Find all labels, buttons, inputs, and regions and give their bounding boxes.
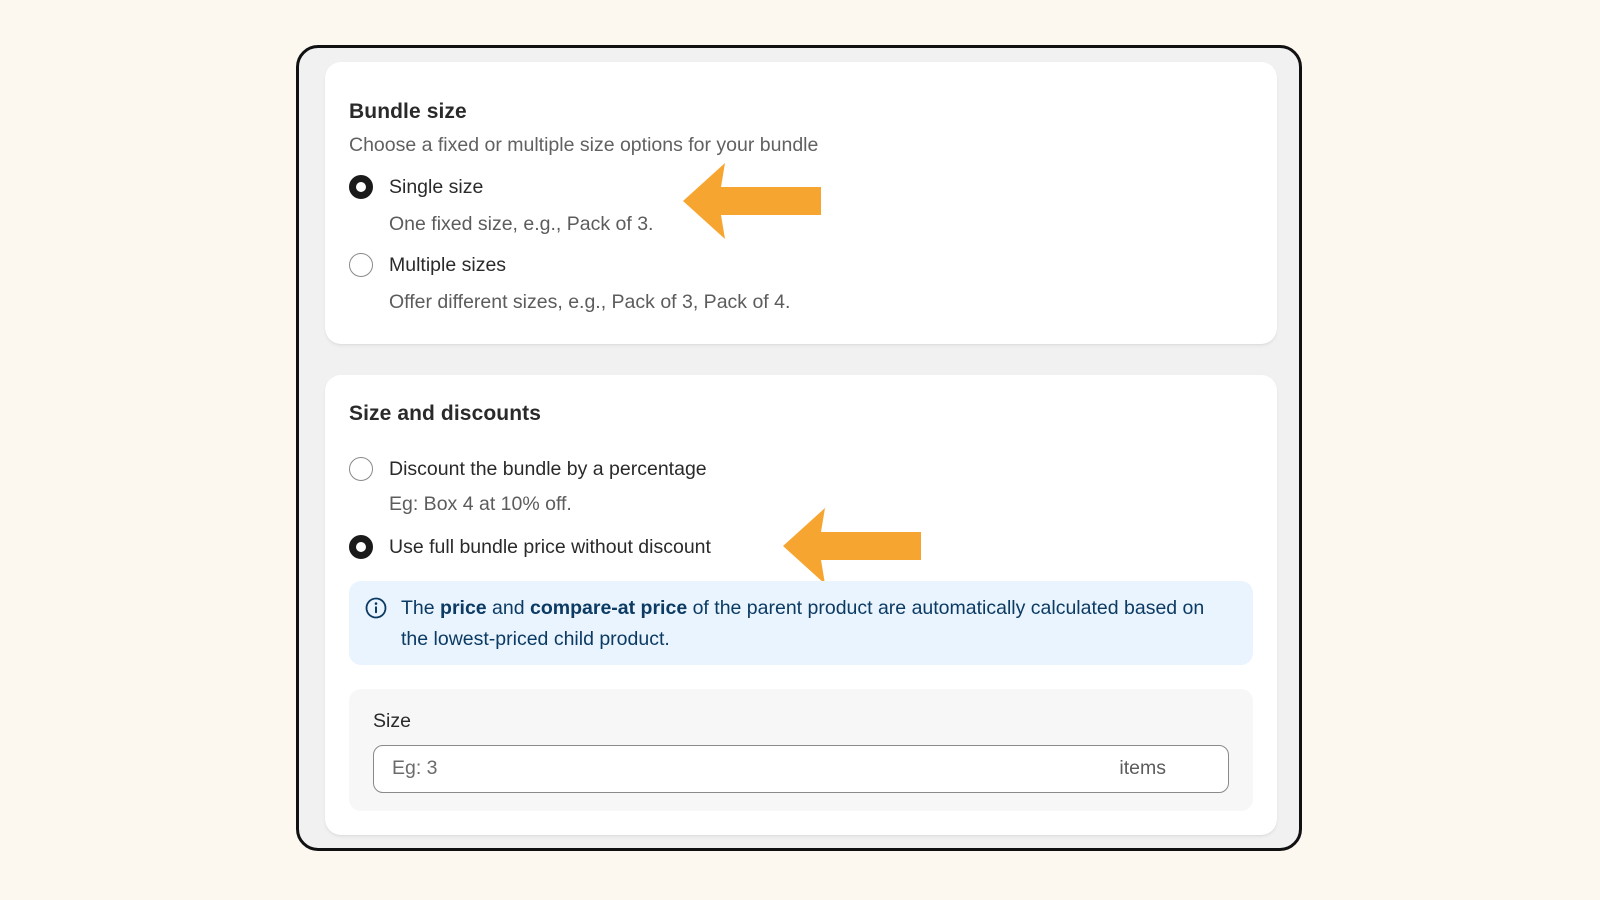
arrow-left-icon: [683, 163, 821, 239]
discount-percentage-help: Eg: Box 4 at 10% off.: [389, 493, 572, 515]
size-discounts-card: Size and discounts Discount the bundle b…: [325, 375, 1277, 835]
info-banner: The price and compare-at price of the pa…: [349, 581, 1253, 665]
full-price-radio[interactable]: [349, 535, 373, 559]
info-banner-text: The price and compare-at price of the pa…: [401, 597, 1205, 650]
discount-percentage-label: Discount the bundle by a percentage: [389, 457, 707, 480]
size-panel: Size Eg: 3 items: [349, 689, 1253, 811]
multiple-sizes-option[interactable]: Multiple sizes: [349, 251, 506, 279]
size-input[interactable]: Eg: 3 items: [373, 745, 1229, 793]
bundle-size-card: Bundle size Choose a fixed or multiple s…: [325, 62, 1277, 344]
size-suffix: items: [1119, 757, 1166, 779]
multiple-sizes-radio[interactable]: [349, 253, 373, 277]
bundle-size-subtitle: Choose a fixed or multiple size options …: [349, 134, 819, 156]
discount-percentage-radio[interactable]: [349, 457, 373, 481]
multiple-sizes-help: Offer different sizes, e.g., Pack of 3, …: [389, 291, 791, 313]
full-price-option[interactable]: Use full bundle price without discount: [349, 533, 711, 561]
app-frame: Bundle size Choose a fixed or multiple s…: [296, 45, 1302, 851]
size-discounts-title: Size and discounts: [349, 402, 541, 425]
size-placeholder: Eg: 3: [392, 757, 438, 779]
single-size-help: One fixed size, e.g., Pack of 3.: [389, 213, 654, 235]
compare-at-price-emphasis: compare-at price: [530, 597, 688, 619]
single-size-label: Single size: [389, 175, 484, 198]
price-emphasis: price: [440, 597, 487, 619]
full-price-label: Use full bundle price without discount: [389, 535, 711, 558]
discount-percentage-option[interactable]: Discount the bundle by a percentage: [349, 455, 707, 483]
arrow-left-icon: [783, 508, 921, 584]
single-size-radio[interactable]: [349, 175, 373, 199]
single-size-option[interactable]: Single size: [349, 173, 483, 201]
multiple-sizes-label: Multiple sizes: [389, 253, 507, 276]
info-icon: [365, 597, 387, 619]
bundle-size-title: Bundle size: [349, 100, 467, 123]
size-label: Size: [373, 710, 411, 732]
